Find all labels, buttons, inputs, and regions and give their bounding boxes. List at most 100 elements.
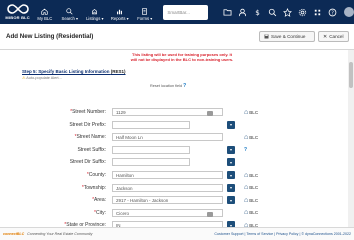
field-row: *City: Cicero ⌂ BLC — [0, 208, 348, 218]
field-row: Street Suffix: ▾? — [0, 145, 348, 155]
calculator-icon[interactable] — [207, 111, 213, 116]
field-input[interactable]: 1129 — [112, 108, 223, 116]
save-label: Save & Continue — [271, 34, 306, 39]
smartbar-search-input[interactable]: SmartBar... — [163, 4, 208, 20]
field-row: Street Dir Prefix: ▾ — [0, 120, 348, 130]
help-icon[interactable]: ? — [183, 83, 186, 89]
nav-label: Forms ▾ — [137, 16, 153, 21]
field-label-text: Area: — [94, 197, 106, 204]
warning-icon: ⚠ — [22, 76, 26, 80]
top-navbar: MIBOR BLC My BLC Search ▾ Listings ▾ Rep… — [0, 0, 354, 24]
app-logo[interactable]: MIBOR BLC — [3, 0, 32, 24]
field-row: *Street Name: Half Moon Ln ⌂ BLC — [0, 132, 348, 142]
user-avatar[interactable] — [344, 7, 354, 17]
nav-forms[interactable]: Forms ▾ — [132, 8, 157, 21]
blc-link[interactable]: ⌂ BLC — [244, 209, 258, 216]
dropdown-icon[interactable]: ▾ — [227, 145, 235, 154]
blc-link[interactable]: ⌂ BLC — [244, 184, 258, 191]
blc-link[interactable]: ⌂ BLC — [244, 197, 258, 204]
field-row: *County: Hamilton ▾ ⌂ BLC — [0, 170, 348, 180]
cancel-label: Cancel — [329, 34, 344, 39]
main-nav: My BLC Search ▾ Listings ▾ Reports ▾ For… — [32, 0, 157, 24]
grid-icon[interactable] — [310, 8, 325, 17]
field-label-text: Street Number: — [72, 109, 106, 115]
field-value: Jackson — [116, 185, 133, 191]
footer-tagline: Connecting Your Real Estate Community — [27, 232, 93, 236]
house-icon: ⌂ — [244, 171, 249, 179]
nav-reports[interactable]: Reports ▾ — [107, 8, 132, 21]
step-code: (RES1) — [110, 69, 126, 74]
field-label: *Street Name: — [75, 134, 106, 140]
footer-links[interactable]: Customer Support | Terms of Service | Pr… — [214, 232, 351, 236]
field-input[interactable]: Hamilton — [112, 171, 223, 179]
field-value: 2917 - Hamilton - Jackson — [116, 198, 169, 204]
form-content: This listing will be used for training p… — [0, 50, 348, 227]
dropdown-icon[interactable]: ▾ — [227, 171, 235, 179]
logo-infinity-icon — [6, 4, 29, 14]
nav-label: Listings ▾ — [86, 16, 104, 21]
nav-label: My BLC — [37, 16, 53, 21]
field-label-text: County: — [88, 172, 106, 178]
field-input[interactable]: Cicero — [112, 208, 223, 217]
field-label: Street Dir Suffix: — [70, 159, 106, 165]
field-input[interactable] — [112, 145, 190, 154]
blc-label: BLC — [249, 172, 259, 178]
reset-text: Reset location field — [150, 84, 183, 88]
gear-icon[interactable] — [295, 8, 310, 17]
nav-label: Reports ▾ — [110, 16, 129, 21]
forms-icon — [142, 8, 148, 15]
dollar-icon[interactable]: $ — [250, 8, 265, 17]
field-input[interactable]: 2917 - Hamilton - Jackson — [112, 196, 223, 205]
footer-brand: connectBLC — [3, 232, 25, 236]
blc-label: BLC — [249, 109, 259, 115]
dropdown-icon[interactable]: ▾ — [227, 183, 235, 192]
field-row: *Township: Jackson ▾ ⌂ BLC — [0, 183, 348, 193]
step-title[interactable]: Step 5: Specify Basic Listing Informatio… — [22, 69, 126, 74]
house-icon: ⌂ — [244, 184, 249, 192]
save-continue-button[interactable]: Save & Continue — [259, 31, 315, 42]
user-icon[interactable] — [235, 8, 250, 17]
blc-link[interactable]: ⌂ BLC — [244, 109, 258, 116]
field-value: Hamilton — [116, 173, 134, 178]
blc-label: BLC — [249, 185, 259, 191]
help-icon[interactable]: ? — [244, 147, 247, 153]
search-placeholder: SmartBar... — [167, 9, 190, 15]
blc-link[interactable]: ⌂ BLC — [244, 172, 258, 179]
dropdown-icon[interactable]: ▾ — [227, 196, 235, 205]
step-title-text: Step 5: Specify Basic Listing Informatio… — [22, 69, 110, 74]
svg-text:?: ? — [331, 10, 334, 16]
dropdown-icon[interactable]: ▾ — [227, 120, 235, 129]
field-label-text: Street Dir Prefix: — [69, 121, 106, 128]
blc-label: BLC — [249, 197, 259, 203]
field-label: Street Dir Prefix: — [69, 122, 106, 128]
calculator-icon[interactable] — [207, 211, 213, 217]
scrollbar[interactable] — [348, 50, 354, 227]
field-label: *County: — [87, 172, 106, 178]
footer: connectBLC Connecting Your Real Estate C… — [0, 227, 354, 240]
field-input[interactable]: Jackson — [112, 183, 223, 192]
scrollbar-thumb[interactable] — [349, 62, 353, 88]
field-value: Half Moon Ln — [116, 135, 143, 141]
field-input[interactable] — [112, 120, 190, 129]
nav-my-blc[interactable]: My BLC — [32, 8, 57, 21]
dropdown-icon[interactable]: ▾ — [227, 158, 235, 167]
blc-link[interactable]: ⌂ BLC — [244, 134, 258, 141]
page-title: Add New Listing (Residential) — [6, 33, 94, 40]
field-input[interactable]: Half Moon Ln — [112, 133, 223, 142]
listings-icon — [92, 8, 98, 15]
field-row: *Street Number: 1129 ⌂ BLC — [0, 107, 348, 117]
field-label: Street Suffix: — [77, 147, 106, 153]
help-icon[interactable]: ? — [325, 8, 340, 17]
reset-location-field[interactable]: Reset location field ? — [150, 83, 186, 89]
star-icon[interactable] — [280, 7, 295, 17]
zoom-search-icon[interactable] — [265, 8, 280, 17]
notice-line-2: will not be displayed in the BLC to non-… — [130, 57, 234, 63]
logo-text: MIBOR BLC — [5, 15, 30, 20]
auto-populate-alert[interactable]: ⚠ Auto-populate Alert... — [22, 75, 62, 80]
nav-listings[interactable]: Listings ▾ — [82, 8, 107, 21]
field-input[interactable] — [112, 158, 190, 167]
folder-icon[interactable] — [220, 8, 235, 16]
field-value: 1129 — [116, 110, 126, 115]
nav-search[interactable]: Search ▾ — [57, 8, 82, 21]
cancel-button[interactable]: ✕ Cancel — [318, 31, 349, 42]
